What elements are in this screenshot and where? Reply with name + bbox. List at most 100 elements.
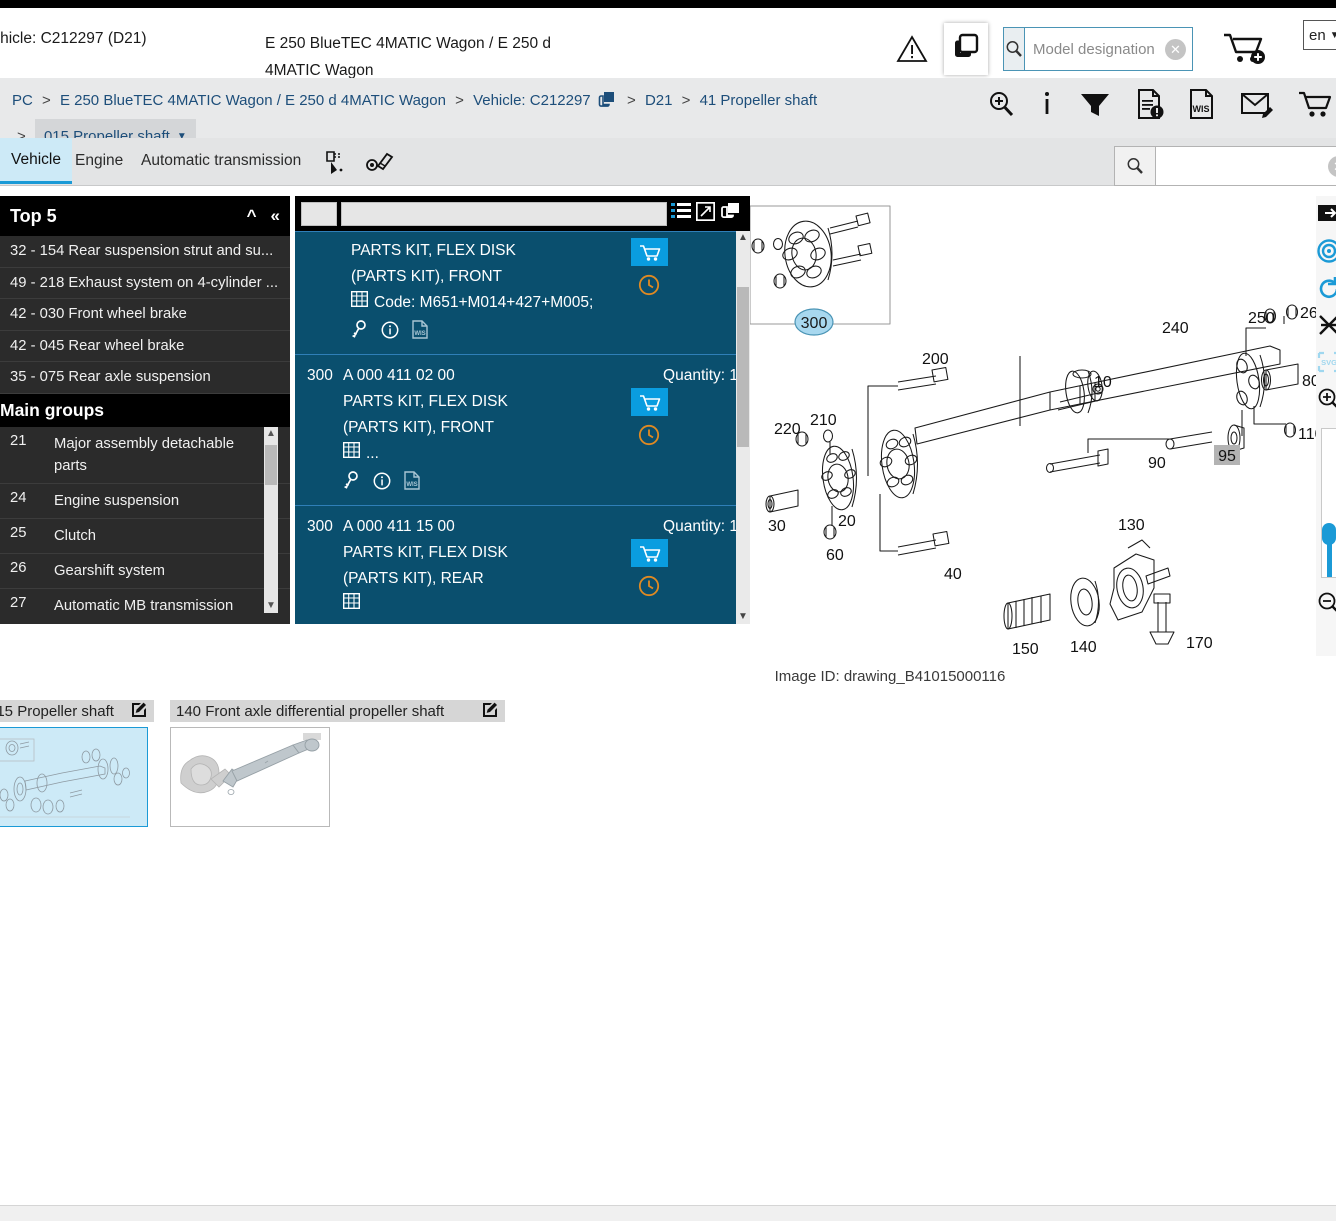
parts-header-input[interactable] bbox=[341, 201, 667, 226]
parts-list-scrollbar[interactable]: ▲ ▼ bbox=[736, 231, 750, 624]
language-selector[interactable]: en ▼ bbox=[1303, 20, 1336, 50]
breadcrumb-item-pc[interactable]: PC bbox=[12, 92, 33, 109]
table-row[interactable]: 300 A 000 411 02 00 Quantity: 1 PARTS KI… bbox=[295, 355, 750, 506]
model-search-input[interactable] bbox=[1025, 28, 1240, 70]
bolt-nut-icon[interactable] bbox=[364, 148, 394, 181]
list-view-icon[interactable] bbox=[671, 202, 691, 225]
filter-funnel-icon[interactable] bbox=[1078, 89, 1112, 124]
top5-item-0[interactable]: 32 - 154 Rear suspension strut and su... bbox=[0, 236, 290, 268]
tab-vehicle[interactable]: Vehicle bbox=[0, 138, 72, 184]
main-groups-scrollbar[interactable]: ▲ ▼ bbox=[264, 426, 278, 613]
parts-list[interactable]: PARTS KIT, FLEX DISK (PARTS KIT), FRONT … bbox=[295, 231, 750, 624]
copy-vehicle-icon[interactable] bbox=[598, 89, 615, 119]
main-group-item-26[interactable]: 26 Gearshift system bbox=[0, 554, 290, 589]
info-icon[interactable] bbox=[1040, 89, 1054, 124]
expand-fullscreen-icon[interactable] bbox=[695, 201, 716, 226]
zoom-slider[interactable] bbox=[1321, 428, 1336, 578]
wis-document-icon[interactable]: WIS bbox=[404, 471, 420, 495]
info-circle-icon[interactable] bbox=[373, 472, 391, 495]
copy-documents-button[interactable] bbox=[944, 23, 988, 75]
breadcrumb-item-propeller-shaft[interactable]: 41 Propeller shaft bbox=[700, 92, 818, 109]
drawing-toolbar: SVG bbox=[1316, 196, 1336, 656]
edit-pencil-icon[interactable] bbox=[482, 701, 499, 722]
duplicate-window-icon[interactable] bbox=[720, 202, 740, 226]
zoom-out-icon[interactable] bbox=[1317, 591, 1336, 615]
scroll-up-arrow-icon[interactable]: ▲ bbox=[264, 427, 278, 441]
model-search-box[interactable]: ✕ bbox=[1003, 27, 1240, 71]
callout-label-40: 40 bbox=[944, 566, 962, 583]
breadcrumb-separator: > bbox=[42, 92, 51, 109]
callout-label-240: 240 bbox=[1162, 320, 1189, 337]
wis-document-icon[interactable]: WIS bbox=[1188, 88, 1216, 125]
thumbnail-1-image[interactable] bbox=[170, 727, 330, 827]
tab-engine[interactable]: Engine bbox=[64, 138, 134, 184]
zoom-slider-knob[interactable] bbox=[1322, 523, 1336, 545]
scroll-down-arrow-icon[interactable]: ▼ bbox=[736, 610, 750, 624]
main-group-item-25-num: 25 bbox=[10, 524, 27, 541]
top5-item-2[interactable]: 42 - 030 Front wheel brake bbox=[0, 299, 290, 331]
add-to-cart-button[interactable] bbox=[631, 388, 668, 416]
zoom-in-icon[interactable] bbox=[1317, 387, 1336, 411]
chevron-up-icon[interactable]: ^ bbox=[247, 206, 257, 226]
availability-clock-icon[interactable] bbox=[638, 424, 660, 451]
magnifier-plus-icon[interactable] bbox=[986, 89, 1016, 124]
top5-item-4[interactable]: 35 - 075 Rear axle suspension bbox=[0, 362, 290, 394]
add-to-cart-button[interactable] bbox=[1222, 30, 1268, 71]
parts-search-input[interactable] bbox=[1156, 147, 1336, 185]
svg-text:WIS: WIS bbox=[406, 482, 417, 488]
rotate-reset-icon[interactable] bbox=[1317, 276, 1336, 300]
double-chevron-left-icon[interactable]: « bbox=[271, 206, 280, 226]
main-group-item-21[interactable]: 21 Major assembly detachable parts bbox=[0, 427, 290, 484]
mail-edit-icon[interactable] bbox=[1240, 89, 1274, 124]
key-icon[interactable] bbox=[343, 471, 360, 495]
main-group-item-27[interactable]: 27 Automatic MB transmission bbox=[0, 589, 290, 613]
code-table-icon bbox=[342, 592, 361, 618]
thumbnail-0-image[interactable] bbox=[0, 727, 148, 827]
search-icon[interactable] bbox=[1115, 147, 1156, 185]
part-code-row bbox=[342, 592, 738, 618]
availability-clock-icon[interactable] bbox=[638, 575, 660, 602]
scroll-down-arrow-icon[interactable]: ▼ bbox=[264, 599, 278, 613]
scrollbar-thumb[interactable] bbox=[265, 444, 277, 485]
top5-item-1[interactable]: 49 - 218 Exhaust system on 4-cylinder ..… bbox=[0, 268, 290, 299]
info-circle-icon[interactable] bbox=[381, 321, 399, 344]
propeller-shaft-technical-drawing[interactable]: 300 10 20 30 40 60 80 90 130 140 150 170… bbox=[750, 196, 1320, 656]
thumbnail-1[interactable]: 140 Front axle differential propeller sh… bbox=[170, 700, 505, 827]
scroll-up-arrow-icon[interactable]: ▲ bbox=[736, 231, 750, 245]
clear-x-icon[interactable]: ✕ bbox=[1165, 39, 1186, 60]
chevron-down-icon: ▼ bbox=[1329, 29, 1336, 41]
wis-document-icon[interactable]: WIS bbox=[412, 320, 428, 344]
parts-search-box[interactable]: ✕ bbox=[1114, 146, 1336, 186]
callout-label-170: 170 bbox=[1186, 635, 1213, 652]
key-icon[interactable] bbox=[351, 320, 368, 344]
edit-pencil-icon[interactable] bbox=[131, 701, 148, 722]
tab-automatic-transmission[interactable]: Automatic transmission bbox=[130, 138, 312, 184]
table-row[interactable]: PARTS KIT, FLEX DISK (PARTS KIT), FRONT … bbox=[295, 231, 750, 355]
oil-can-icon[interactable] bbox=[322, 148, 352, 181]
export-image-icon[interactable] bbox=[1317, 202, 1336, 226]
warning-triangle-icon[interactable] bbox=[896, 35, 928, 68]
main-group-item-24[interactable]: 24 Engine suspension bbox=[0, 484, 290, 519]
thumbnail-0[interactable]: 015 Propeller shaft bbox=[0, 700, 154, 827]
search-icon[interactable] bbox=[1004, 28, 1025, 70]
part-desc-line2: (PARTS KIT), FRONT bbox=[343, 419, 494, 436]
add-to-cart-button[interactable] bbox=[631, 539, 668, 567]
shopping-cart-icon[interactable] bbox=[1298, 89, 1332, 124]
breadcrumb-item-d21[interactable]: D21 bbox=[645, 92, 673, 109]
breadcrumb-item-model[interactable]: E 250 BlueTEC 4MATIC Wagon / E 250 d 4MA… bbox=[60, 92, 446, 109]
document-alert-icon[interactable] bbox=[1136, 88, 1164, 125]
parts-drawing[interactable]: 300 10 20 30 40 60 80 90 130 140 150 170… bbox=[750, 196, 1320, 656]
svg-text:SVG: SVG bbox=[1321, 358, 1336, 367]
add-to-cart-button[interactable] bbox=[631, 238, 668, 266]
hide-markers-icon[interactable] bbox=[1317, 313, 1336, 337]
main-group-item-25[interactable]: 25 Clutch bbox=[0, 519, 290, 554]
svg-toggle-icon[interactable]: SVG bbox=[1317, 350, 1336, 374]
parts-filter-box[interactable] bbox=[301, 201, 337, 226]
top5-item-3[interactable]: 42 - 045 Rear wheel brake bbox=[0, 331, 290, 362]
callout-label-90: 90 bbox=[1148, 455, 1166, 472]
table-row[interactable]: 300 A 000 411 15 00 Quantity: 1 PARTS KI… bbox=[295, 506, 750, 624]
scrollbar-thumb[interactable] bbox=[737, 287, 749, 447]
availability-clock-icon[interactable] bbox=[638, 274, 660, 301]
breadcrumb-item-vehicle[interactable]: Vehicle: C212297 bbox=[473, 92, 591, 109]
target-focus-icon[interactable] bbox=[1317, 239, 1336, 263]
